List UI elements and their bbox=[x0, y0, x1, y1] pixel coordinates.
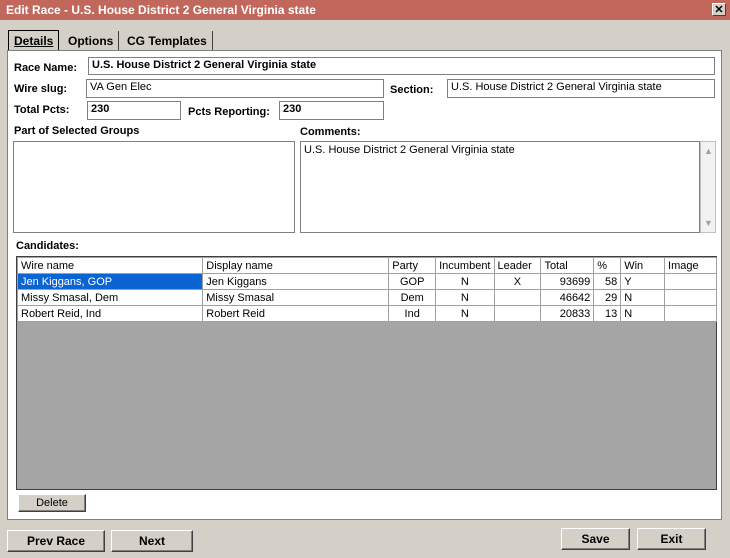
cell-image[interactable] bbox=[664, 305, 717, 322]
cell-wire-name[interactable]: Missy Smasal, Dem bbox=[16, 289, 204, 306]
wire-slug-field[interactable]: VA Gen Elec bbox=[86, 79, 384, 98]
cell-total[interactable]: 46642 bbox=[540, 289, 595, 306]
race-name-label: Race Name: bbox=[14, 62, 77, 74]
col-display-name[interactable]: Display name bbox=[202, 257, 390, 274]
total-pcts-field[interactable]: 230 bbox=[87, 101, 181, 120]
tab-cg-templates[interactable]: CG Templates bbox=[122, 31, 213, 51]
total-pcts-label: Total Pcts: bbox=[14, 104, 70, 116]
scroll-down-icon[interactable]: ▼ bbox=[704, 218, 713, 228]
tab-options-label: Options bbox=[68, 34, 114, 48]
cell-display-name[interactable]: Missy Smasal bbox=[202, 289, 390, 306]
title-bar: Edit Race - U.S. House District 2 Genera… bbox=[0, 0, 730, 20]
cell-leader[interactable]: X bbox=[493, 273, 542, 290]
col-image[interactable]: Image bbox=[664, 257, 717, 274]
col-party[interactable]: Party bbox=[388, 257, 437, 274]
cell-wire-name[interactable]: Jen Kiggans, GOP bbox=[16, 273, 204, 290]
tab-details[interactable]: Details bbox=[8, 30, 60, 50]
table-row[interactable]: Jen Kiggans, GOP Jen Kiggans GOP N X 936… bbox=[16, 273, 717, 290]
cell-pct[interactable]: 58 bbox=[593, 273, 622, 290]
delete-button[interactable]: Delete bbox=[18, 494, 86, 512]
col-win[interactable]: Win bbox=[620, 257, 666, 274]
groups-list[interactable] bbox=[13, 141, 295, 233]
prev-race-button[interactable]: Prev Race bbox=[7, 530, 105, 552]
col-pct[interactable]: % bbox=[593, 257, 622, 274]
cell-incumbent[interactable]: N bbox=[435, 305, 495, 322]
col-total[interactable]: Total bbox=[540, 257, 595, 274]
section-field[interactable]: U.S. House District 2 General Virginia s… bbox=[447, 79, 715, 98]
cell-win[interactable]: Y bbox=[620, 273, 666, 290]
window-title: Edit Race - U.S. House District 2 Genera… bbox=[6, 3, 316, 17]
scroll-up-icon[interactable]: ▲ bbox=[704, 146, 713, 156]
table-row[interactable]: Robert Reid, Ind Robert Reid Ind N 20833… bbox=[16, 305, 717, 322]
next-button[interactable]: Next bbox=[111, 530, 193, 552]
wire-slug-label: Wire slug: bbox=[14, 83, 68, 95]
table-header-row: Wire name Display name Party Incumbent L… bbox=[16, 257, 717, 274]
cell-incumbent[interactable]: N bbox=[435, 289, 495, 306]
tab-cg-templates-label: CG Templates bbox=[127, 34, 207, 48]
candidates-table: Wire name Display name Party Incumbent L… bbox=[16, 257, 717, 322]
comments-field[interactable]: U.S. House District 2 General Virginia s… bbox=[300, 141, 700, 233]
section-label: Section: bbox=[390, 84, 434, 96]
cell-display-name[interactable]: Jen Kiggans bbox=[202, 273, 390, 290]
tab-details-label: Details bbox=[14, 34, 54, 48]
cell-wire-name[interactable]: Robert Reid, Ind bbox=[16, 305, 204, 322]
comments-label: Comments: bbox=[300, 126, 361, 138]
pcts-reporting-field[interactable]: 230 bbox=[279, 101, 384, 120]
pcts-reporting-label: Pcts Reporting: bbox=[188, 106, 270, 118]
close-button[interactable]: ✕ bbox=[712, 3, 726, 16]
cell-pct[interactable]: 13 bbox=[593, 305, 622, 322]
cell-pct[interactable]: 29 bbox=[593, 289, 622, 306]
cell-party[interactable]: GOP bbox=[388, 273, 437, 290]
col-wire-name[interactable]: Wire name bbox=[16, 257, 204, 274]
table-row[interactable]: Missy Smasal, Dem Missy Smasal Dem N 466… bbox=[16, 289, 717, 306]
cell-leader[interactable] bbox=[493, 289, 542, 306]
cell-win[interactable]: N bbox=[620, 289, 666, 306]
cell-total[interactable]: 93699 bbox=[540, 273, 595, 290]
cell-incumbent[interactable]: N bbox=[435, 273, 495, 290]
cell-leader[interactable] bbox=[493, 305, 542, 322]
save-button[interactable]: Save bbox=[561, 528, 630, 550]
exit-button[interactable]: Exit bbox=[637, 528, 706, 550]
tab-options[interactable]: Options bbox=[63, 31, 120, 51]
cell-total[interactable]: 20833 bbox=[540, 305, 595, 322]
cell-image[interactable] bbox=[664, 273, 717, 290]
candidates-label: Candidates: bbox=[16, 240, 79, 252]
cell-win[interactable]: N bbox=[620, 305, 666, 322]
cell-party[interactable]: Ind bbox=[388, 305, 437, 322]
cell-party[interactable]: Dem bbox=[388, 289, 437, 306]
groups-label: Part of Selected Groups bbox=[14, 125, 140, 137]
race-name-field[interactable]: U.S. House District 2 General Virginia s… bbox=[88, 57, 715, 75]
comments-scrollbar[interactable]: ▲ ▼ bbox=[700, 141, 716, 233]
cell-image[interactable] bbox=[664, 289, 717, 306]
col-incumbent[interactable]: Incumbent bbox=[435, 257, 495, 274]
col-leader[interactable]: Leader bbox=[493, 257, 542, 274]
candidates-grid[interactable]: Wire name Display name Party Incumbent L… bbox=[16, 256, 717, 490]
cell-display-name[interactable]: Robert Reid bbox=[202, 305, 390, 322]
